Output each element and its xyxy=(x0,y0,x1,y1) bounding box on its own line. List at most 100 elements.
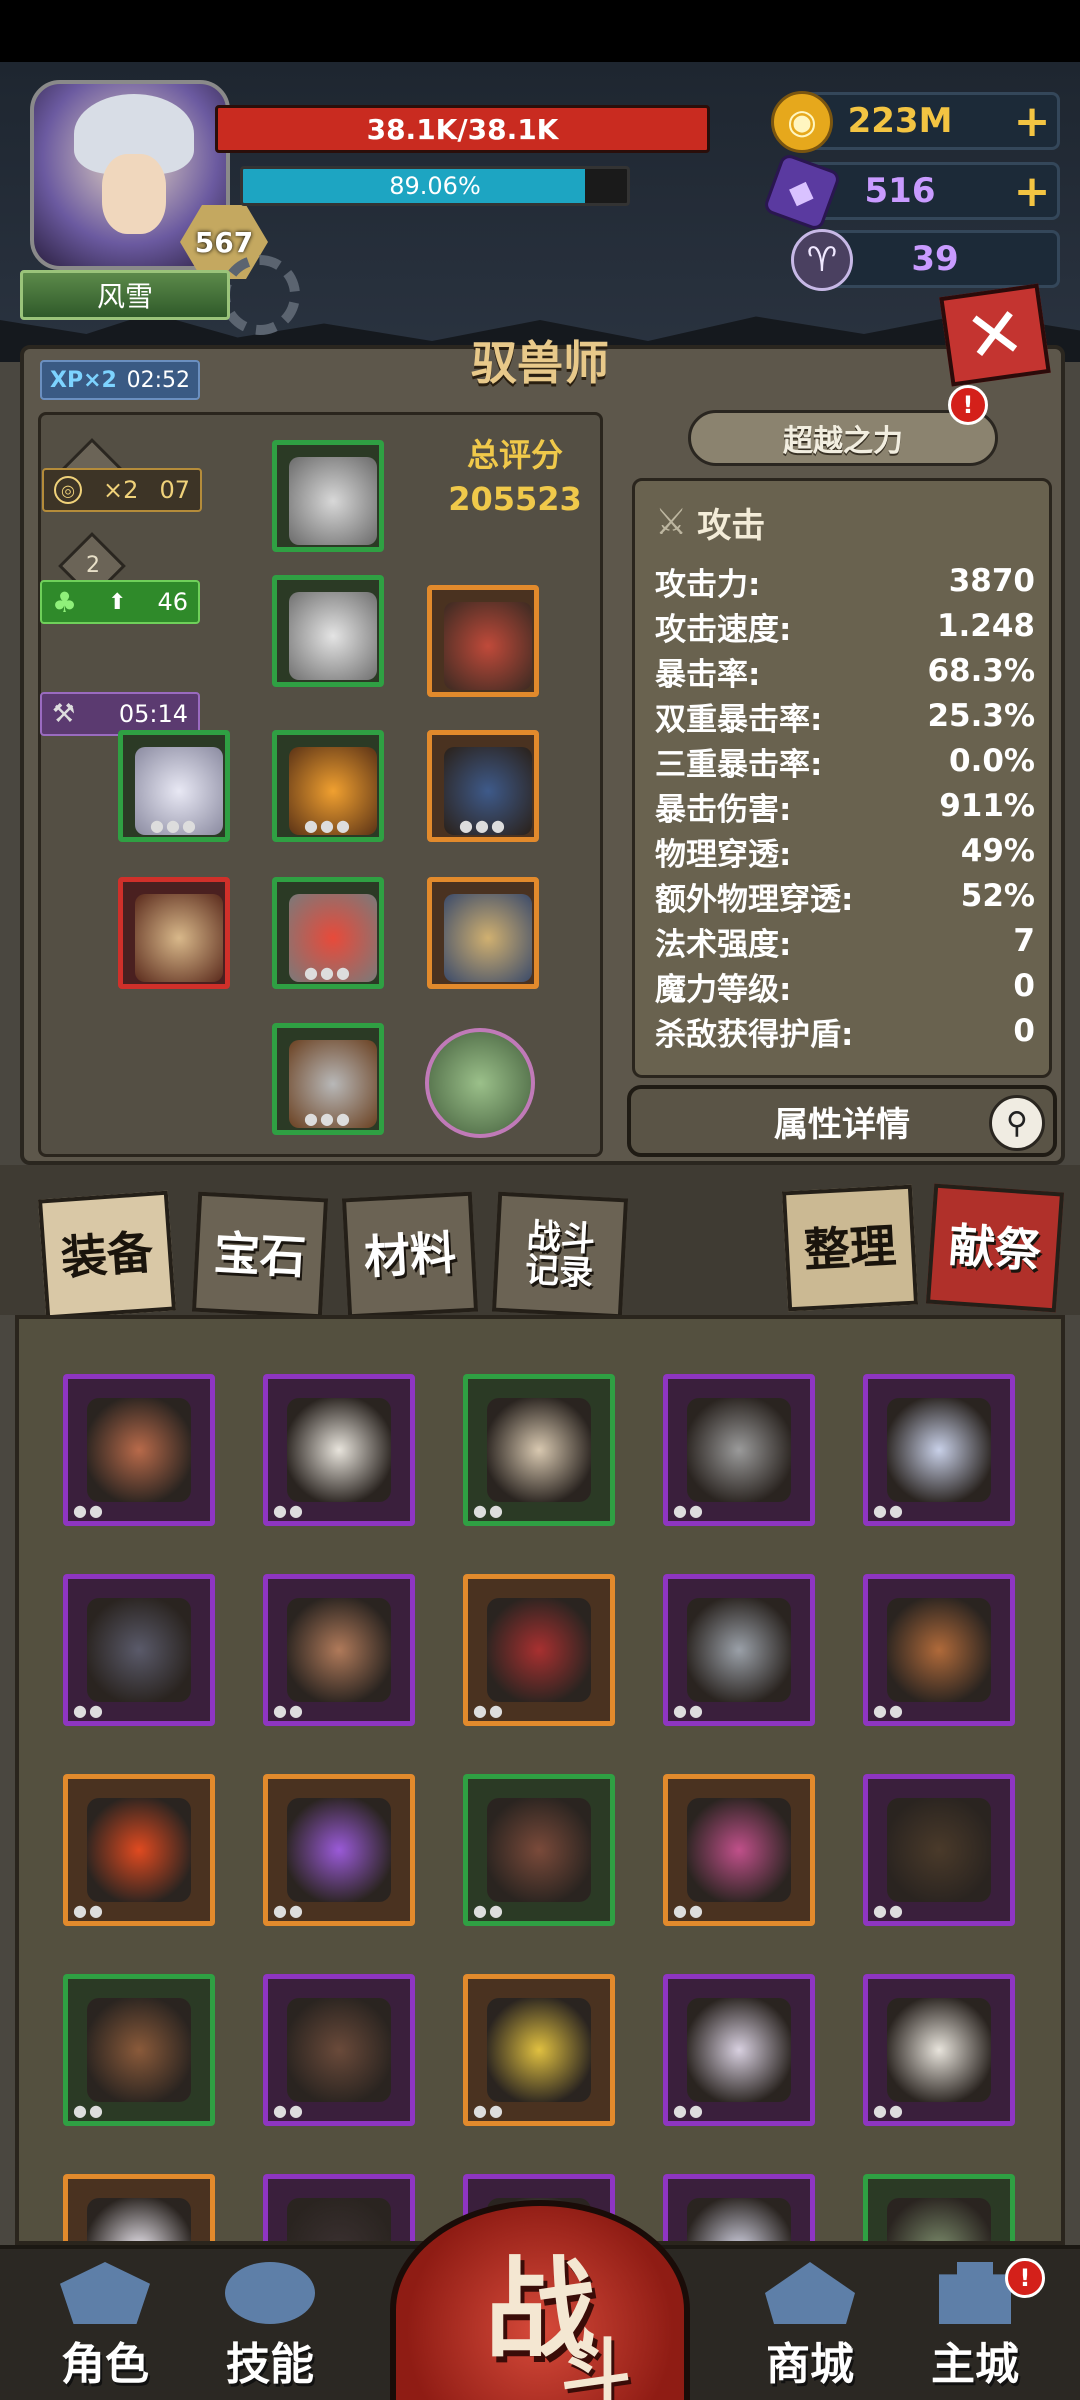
equip-slot-boots[interactable]: ●●● xyxy=(272,1023,384,1135)
close-button[interactable]: ✕ xyxy=(939,283,1051,387)
equip-slot-gloves[interactable]: ●●● xyxy=(118,730,230,842)
stats-header: ⚔ 攻击 xyxy=(655,499,765,546)
socket-dots: ●●● xyxy=(304,816,352,835)
equip-slot-offhand[interactable] xyxy=(427,877,539,989)
inventory-item[interactable]: ●● xyxy=(263,1974,415,2126)
equip-slot-necklace[interactable]: ●●● xyxy=(427,730,539,842)
inventory-item[interactable]: ●● xyxy=(663,1974,815,2126)
crossed-swords-icon: ⚔ xyxy=(655,501,688,543)
inventory-item[interactable]: ●● xyxy=(863,1574,1015,1726)
item-icon xyxy=(487,1998,591,2102)
stat-value: 52% xyxy=(960,878,1035,914)
nav-character[interactable]: 角色 xyxy=(35,2262,175,2400)
stat-row: 额外物理穿透: 52% xyxy=(655,874,1035,918)
inventory-item[interactable]: ●● xyxy=(63,1574,215,1726)
equip-slot-armor[interactable] xyxy=(272,575,384,687)
item-icon xyxy=(687,2198,791,2241)
attribute-details-button[interactable]: 属性详情 ⚲ xyxy=(627,1085,1057,1157)
pet-icon xyxy=(444,602,532,690)
character-helmet-icon xyxy=(60,2262,150,2324)
luck-buff[interactable]: ♣ ⬆ 46 xyxy=(40,580,200,624)
transcend-power-button[interactable]: 超越之力 xyxy=(688,410,998,466)
socket-dots: ●● xyxy=(873,2101,905,2120)
inventory-item[interactable]: ●● xyxy=(663,1774,815,1926)
stat-row: 魔力等级: 0 xyxy=(655,964,1035,1008)
stat-value: 911% xyxy=(939,788,1035,824)
inventory-item[interactable]: ●● xyxy=(463,1774,615,1926)
inventory-item[interactable]: ●● xyxy=(263,1574,415,1726)
stat-label: 物理穿透: xyxy=(655,836,792,873)
sacrifice-button[interactable]: 献祭 xyxy=(925,1183,1065,1313)
socket-dots: ●● xyxy=(673,2101,705,2120)
close-icon: ✕ xyxy=(960,290,1030,380)
stat-row: 双重暴击率: 25.3% xyxy=(655,694,1035,738)
item-icon xyxy=(687,1998,791,2102)
inventory-item[interactable]: ●● xyxy=(263,1774,415,1926)
total-score-value: 205523 xyxy=(448,480,582,518)
item-icon xyxy=(887,1998,991,2102)
shop-tent-icon xyxy=(765,2262,855,2324)
equip-slot-belt[interactable]: ●●● xyxy=(272,730,384,842)
stat-label: 攻击力: xyxy=(655,566,761,603)
coin-icon: ◎ xyxy=(54,476,82,504)
inventory-item[interactable]: ●● xyxy=(463,1374,615,1526)
inventory-item[interactable]: ●● xyxy=(863,1774,1015,1926)
inventory-item[interactable]: ●● xyxy=(63,1774,215,1926)
equip-slot-pet[interactable] xyxy=(427,585,539,697)
stat-value: 0.0% xyxy=(949,743,1035,779)
inventory-item[interactable]: ●● xyxy=(463,1574,615,1726)
stat-label: 暴击伤害: xyxy=(655,791,792,828)
equip-slot-helmet[interactable] xyxy=(272,440,384,552)
seal-slot-icon[interactable] xyxy=(425,1028,535,1138)
nav-skills[interactable]: 技能 xyxy=(200,2262,340,2400)
attribute-details-label: 属性详情 xyxy=(774,1104,910,1145)
socket-dots: ●● xyxy=(673,1501,705,1520)
item-icon xyxy=(287,1598,391,1702)
sort-button[interactable]: 整理 xyxy=(781,1184,919,1312)
inventory-grid[interactable]: ●● ●● ●● ●● ●● ●● ●● ●● ●● ●● ●● ●● ●● ●● ●● ●● ●● ●● ●● ●●… xyxy=(15,1315,1065,2245)
socket-dots: ●●● xyxy=(304,1109,352,1128)
socket-dots: ●● xyxy=(873,1501,905,1520)
inventory-item[interactable]: ●● xyxy=(663,1574,815,1726)
player-name-plate[interactable]: 风雪 xyxy=(20,270,230,320)
inventory-item[interactable]: ●● xyxy=(863,1974,1015,2126)
stats-panel[interactable]: ⚔ 攻击 攻击力: 3870 攻击速度: 1.248 暴击率: 68.3% 双重暴击率: 25… xyxy=(632,478,1052,1078)
inventory-item[interactable]: ●● xyxy=(863,2174,1015,2241)
hp-bar: 38.1K/38.1K xyxy=(215,105,710,153)
equip-slot-bracers[interactable]: ●●● xyxy=(272,877,384,989)
inventory-item[interactable]: ●● xyxy=(863,1374,1015,1526)
tab-equipment[interactable]: 装备 xyxy=(37,1190,177,1320)
inventory-item[interactable]: ●● xyxy=(663,1374,815,1526)
tab-materials[interactable]: 材料 xyxy=(341,1191,479,1319)
stat-row: 法术强度: 7 xyxy=(655,919,1035,963)
inventory-item[interactable]: ●● xyxy=(63,1374,215,1526)
game-screen: 567 风雪 38.1K/38.1K 89.06% ◉ 223M + ◆ 516… xyxy=(0,0,1080,2400)
socket-dots: ●● xyxy=(273,1901,305,1920)
add-gems-button[interactable]: + xyxy=(1007,166,1057,217)
add-gold-button[interactable]: + xyxy=(1007,96,1057,147)
inventory-item[interactable]: ●● xyxy=(263,1374,415,1526)
inventory-item[interactable]: ●● xyxy=(63,1974,215,2126)
stat-row: 三重暴击率: 0.0% xyxy=(655,739,1035,783)
xp-boost-badge[interactable]: XP×2 02:52 xyxy=(40,360,200,400)
stat-row: 物理穿透: 49% xyxy=(655,829,1035,873)
equip-slot-weapon[interactable] xyxy=(118,877,230,989)
inventory-item[interactable]: ●● xyxy=(663,2174,815,2241)
gear-icon xyxy=(220,255,300,335)
inventory-item[interactable]: ●● xyxy=(63,2174,215,2241)
nav-shop[interactable]: 商城 xyxy=(740,2262,880,2400)
hammer-icon: ⚒ xyxy=(52,699,76,729)
socket-dots: ●● xyxy=(473,1701,505,1720)
nav-main-city-label: 主城 xyxy=(931,2339,1019,2390)
nav-character-label: 角色 xyxy=(61,2339,149,2390)
tab-battle-log-line2: 记录 xyxy=(524,1250,595,1294)
tab-battle-log[interactable]: 战斗 记录 xyxy=(491,1191,629,1319)
socket-dots: ●● xyxy=(673,1901,705,1920)
inventory-item[interactable]: ●● xyxy=(263,2174,415,2241)
gold-buff[interactable]: ◎ ×2 07 xyxy=(42,468,202,512)
tab-gems[interactable]: 宝石 xyxy=(191,1191,329,1319)
inventory-item[interactable]: ●● xyxy=(463,1974,615,2126)
stat-label: 法术强度: xyxy=(655,926,792,963)
item-icon xyxy=(87,1798,191,1902)
item-icon xyxy=(887,2198,991,2241)
